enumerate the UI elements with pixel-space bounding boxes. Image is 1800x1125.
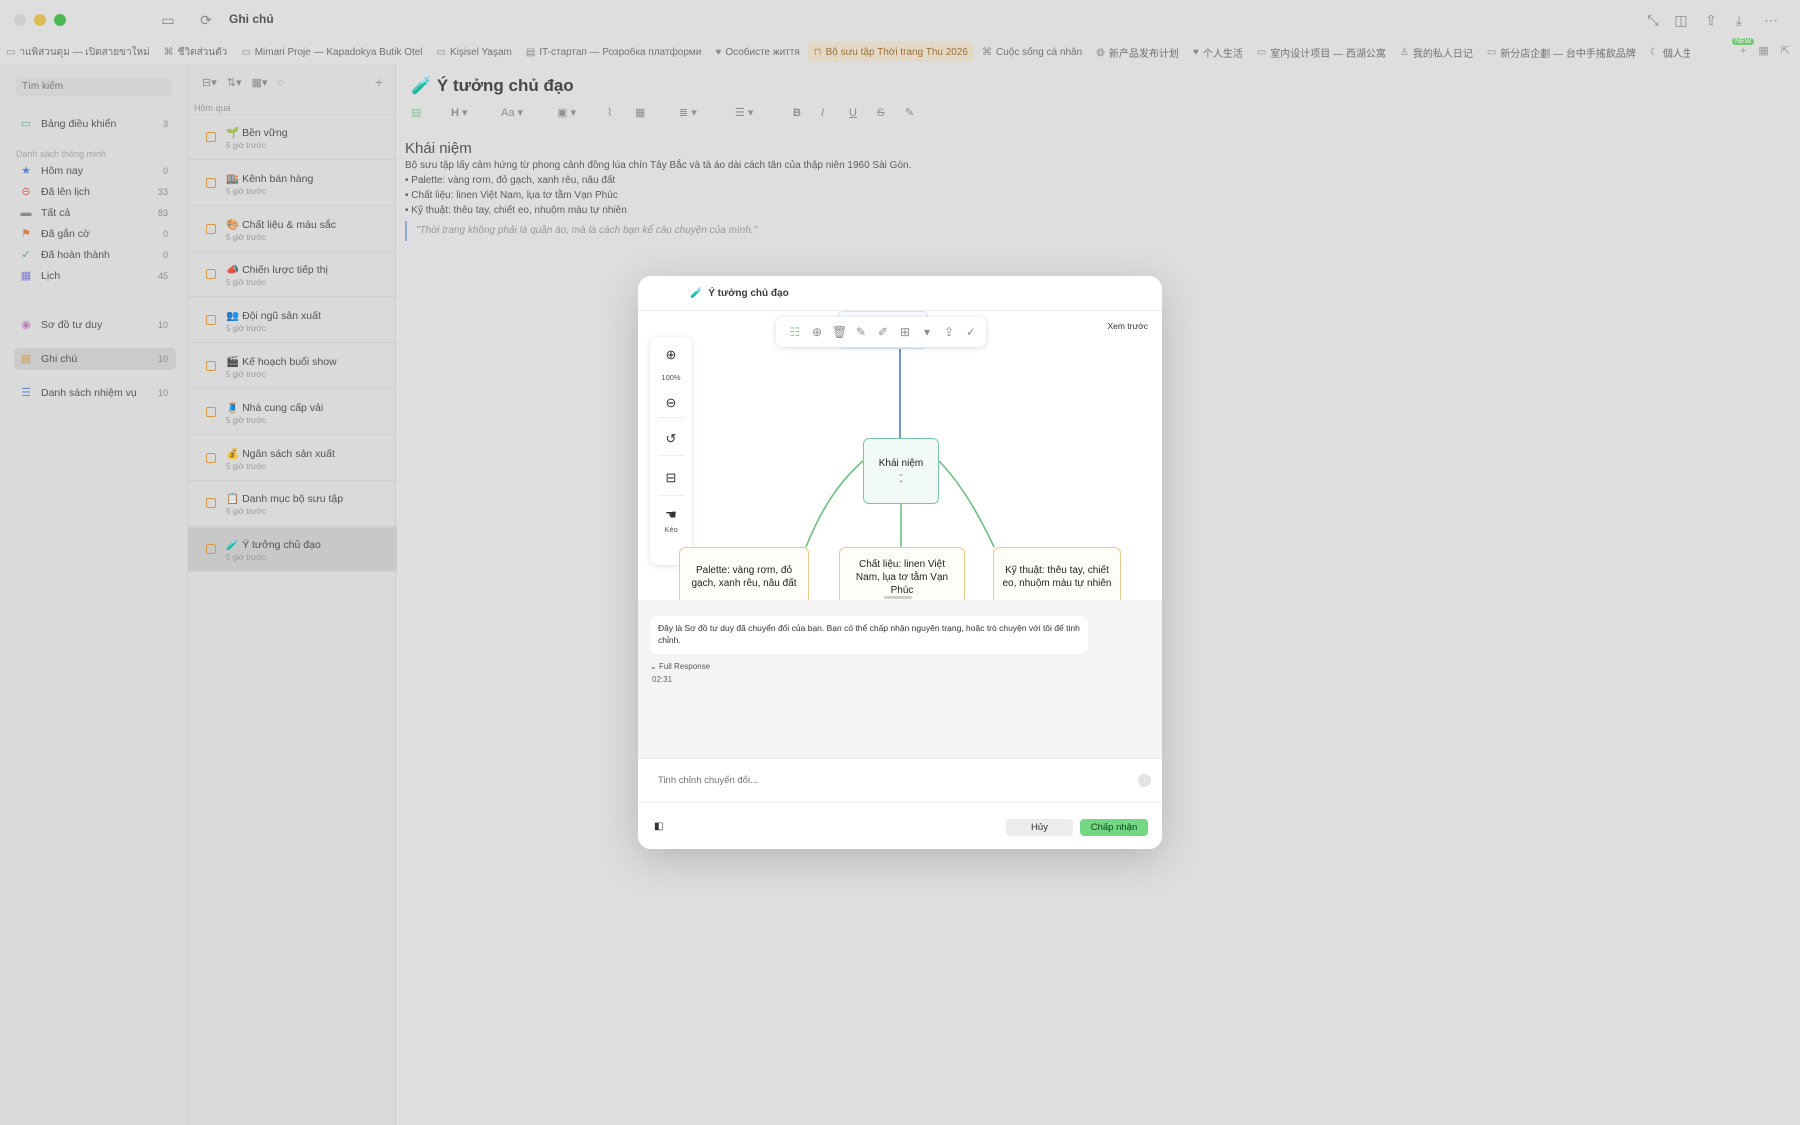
mindmap-center-node[interactable]: Khái niệm ⌄ • bbox=[863, 438, 939, 504]
connector-right bbox=[938, 460, 995, 548]
send-icon[interactable]: ↑ bbox=[1138, 774, 1151, 787]
chat-panel: Đây là Sơ đồ tư duy đã chuyển đổi của bạ… bbox=[638, 600, 1162, 758]
node-dot-icon: • bbox=[899, 476, 903, 486]
refine-row: ↑ bbox=[638, 758, 1162, 802]
export-icon[interactable]: ⇪ bbox=[942, 325, 956, 339]
fit-layout-icon[interactable]: ⊟ bbox=[650, 470, 692, 486]
dialog-footer: ◧ Hủy Chấp nhận bbox=[638, 802, 1162, 849]
panel-toggle-icon[interactable]: ◧ bbox=[654, 821, 663, 832]
edit-icon[interactable]: ✎ bbox=[854, 325, 868, 339]
check-icon[interactable]: ✓ bbox=[964, 325, 978, 339]
preview-button[interactable]: Xem trước bbox=[1103, 319, 1152, 333]
drag-label: Kéo bbox=[664, 525, 678, 534]
assistant-message: Đây là Sơ đồ tư duy đã chuyển đổi của bạ… bbox=[650, 616, 1088, 654]
refine-input[interactable] bbox=[650, 769, 1126, 791]
zoom-level: 100% bbox=[661, 373, 681, 382]
connector-left bbox=[805, 460, 864, 548]
mindmap-child-node[interactable]: Kỹ thuật: thêu tay, chiết eo, nhuộm màu … bbox=[993, 547, 1121, 600]
zoom-in-icon[interactable]: ⊕ bbox=[650, 347, 692, 363]
message-timestamp: 02:31 bbox=[652, 675, 673, 684]
dialog-title-emoji: 🧪 bbox=[690, 288, 703, 299]
mindmap-child-node[interactable]: Chất liệu: linen Việt Nam, lụa tơ tằm Vạ… bbox=[839, 547, 965, 600]
layout-dropdown-icon[interactable]: ▾ bbox=[920, 325, 934, 339]
layout-icon[interactable]: ⊞ bbox=[898, 325, 912, 339]
reset-icon[interactable]: ↺ bbox=[650, 431, 692, 447]
mindmap-child-node[interactable]: Palette: vàng rơm, đỏ gạch, xanh rêu, nâ… bbox=[679, 547, 809, 600]
style-icon[interactable]: ✐ bbox=[876, 325, 890, 339]
delete-icon[interactable]: 🗑 bbox=[832, 325, 847, 339]
add-node-icon[interactable]: ⊕ bbox=[810, 325, 824, 339]
settings-icon[interactable]: ☷ bbox=[788, 325, 802, 339]
zoom-panel: ⊕ 100% ⊖ ↺ ⊟ ☚ Kéo bbox=[650, 337, 692, 565]
accept-button[interactable]: Chấp nhận bbox=[1080, 819, 1148, 836]
dialog-title: 🧪 Ý tưởng chủ đạo bbox=[690, 288, 789, 299]
cancel-button[interactable]: Hủy bbox=[1006, 819, 1073, 836]
full-response-toggle[interactable]: ⌄ Full Response bbox=[650, 662, 710, 671]
zoom-out-icon[interactable]: ⊖ bbox=[650, 395, 692, 411]
mindmap-canvas[interactable]: ☷ ⊕ 🗑 ✎ ✐ ⊞ ▾ ⇪ ✓ Xem trước ⊕ 100% ⊖ ↺ ⊟… bbox=[638, 311, 1162, 600]
resize-handle[interactable] bbox=[884, 596, 912, 599]
mindmap-convert-dialog: 🧪 Ý tưởng chủ đạo ☷ ⊕ 🗑 ✎ ✐ ⊞ ▾ ⇪ ✓ Xem … bbox=[638, 276, 1162, 849]
node-toolbar: ☷ ⊕ 🗑 ✎ ✐ ⊞ ▾ ⇪ ✓ bbox=[776, 317, 986, 347]
drag-hand-icon[interactable]: ☚ bbox=[650, 507, 692, 523]
dialog-header: 🧪 Ý tưởng chủ đạo bbox=[638, 276, 1162, 311]
